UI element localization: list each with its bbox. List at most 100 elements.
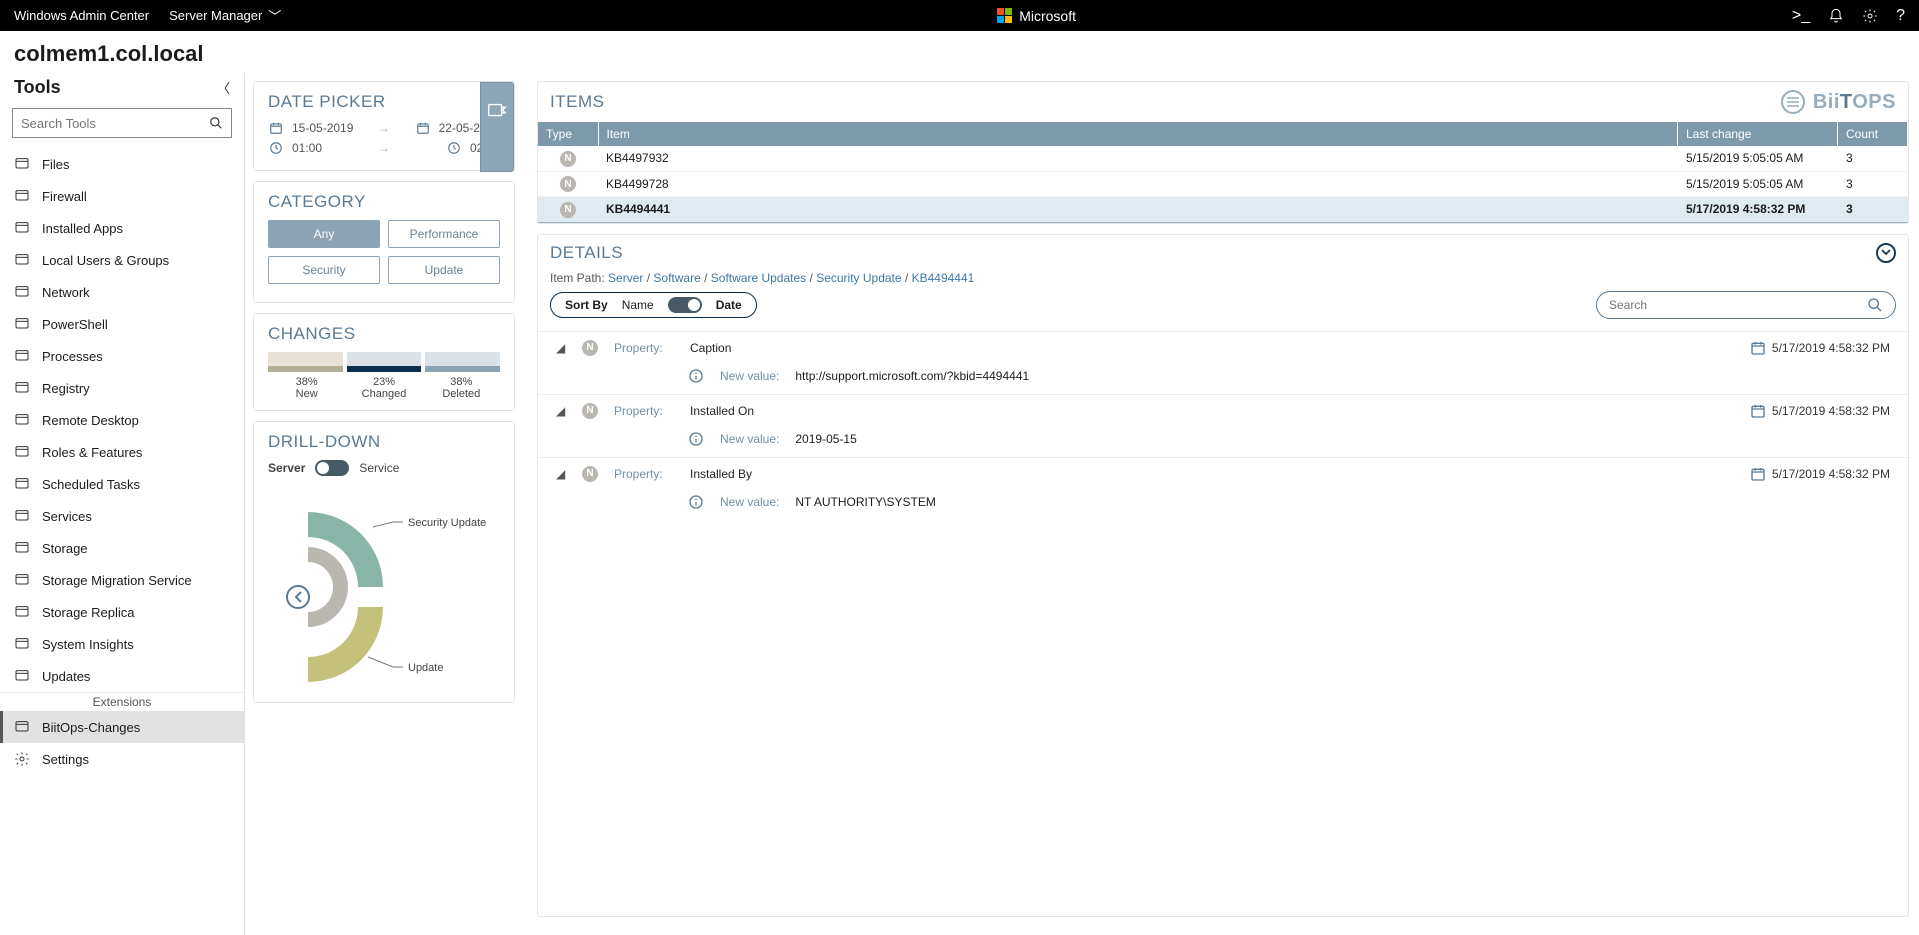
- col-item[interactable]: Item: [598, 122, 1678, 146]
- col-type[interactable]: Type: [538, 122, 598, 146]
- search-icon: [209, 116, 223, 130]
- sidebar-item-roles-features[interactable]: Roles & Features: [0, 436, 244, 468]
- tools-search-input[interactable]: [21, 116, 209, 131]
- sidebar-item-updates[interactable]: Updates: [0, 660, 244, 692]
- collapse-icon[interactable]: ◢: [556, 341, 566, 355]
- menu-icon[interactable]: [1781, 90, 1805, 114]
- sidebar-item-system-insights[interactable]: System Insights: [0, 628, 244, 660]
- details-panel: DETAILS Item Path: Server / Software / S…: [537, 234, 1909, 918]
- collapse-icon[interactable]: ◢: [556, 404, 566, 418]
- sidebar-item-local-users-groups[interactable]: Local Users & Groups: [0, 244, 244, 276]
- drilldown-card: DRILL-DOWN Server Service: [253, 421, 515, 703]
- from-time[interactable]: 01:00: [292, 141, 322, 155]
- sidebar-item-settings[interactable]: Settings: [0, 743, 244, 775]
- items-row[interactable]: NKB44997285/15/2019 5:05:05 AM3: [538, 171, 1908, 197]
- calendar-icon[interactable]: [415, 120, 431, 136]
- server-name: colmem1.col.local: [0, 31, 1919, 73]
- changes-card: CHANGES 38%New23%Changed38%Deleted: [253, 313, 515, 411]
- sort-date-option[interactable]: Date: [716, 298, 742, 312]
- category-performance[interactable]: Performance: [388, 220, 500, 248]
- drilldown-title: DRILL-DOWN: [268, 432, 500, 452]
- bell-icon[interactable]: [1828, 8, 1844, 24]
- sidebar-item-scheduled-tasks[interactable]: Scheduled Tasks: [0, 468, 244, 500]
- path-server[interactable]: Server: [608, 271, 643, 285]
- server-manager-menu[interactable]: Server Manager ﹀: [169, 6, 281, 25]
- path-kb4494441[interactable]: KB4494441: [912, 271, 975, 285]
- microsoft-logo-icon: [997, 8, 1013, 24]
- sidebar-item-storage-replica[interactable]: Storage Replica: [0, 596, 244, 628]
- path-software-updates[interactable]: Software Updates: [711, 271, 806, 285]
- tool-icon: [14, 719, 30, 735]
- details-search-input[interactable]: [1609, 298, 1867, 312]
- category-any[interactable]: Any: [268, 220, 380, 248]
- tool-icon: [14, 572, 30, 588]
- tool-icon: [14, 604, 30, 620]
- app-title[interactable]: Windows Admin Center: [14, 8, 149, 23]
- sidebar-item-storage-migration-service[interactable]: Storage Migration Service: [0, 564, 244, 596]
- sidebar-item-firewall[interactable]: Firewall: [0, 180, 244, 212]
- sidebar-item-storage[interactable]: Storage: [0, 532, 244, 564]
- main-column: ITEMS BiiTOPS TypeItemLast changeCount N…: [523, 73, 1919, 935]
- type-badge-icon: N: [560, 151, 576, 167]
- details-search[interactable]: [1596, 291, 1896, 319]
- info-icon: [688, 368, 704, 384]
- from-date[interactable]: 15-05-2019: [292, 121, 353, 135]
- sidebar-item-network[interactable]: Network: [0, 276, 244, 308]
- extensions-label: Extensions: [0, 692, 244, 711]
- clock-icon[interactable]: [446, 140, 462, 156]
- sort-toggle[interactable]: [668, 297, 702, 313]
- chevron-down-icon: ﹀: [268, 6, 281, 25]
- calendar-icon[interactable]: [268, 120, 284, 136]
- new-value: NT AUTHORITY\SYSTEM: [795, 495, 935, 509]
- sidebar-item-registry[interactable]: Registry: [0, 372, 244, 404]
- drilldown-chart: Security Update Update: [268, 482, 500, 692]
- changes-bar-deleted[interactable]: [425, 352, 500, 372]
- path-security-update[interactable]: Security Update: [816, 271, 901, 285]
- tools-pane: Tools 〈 FilesFirewallInstalled AppsLocal…: [0, 73, 245, 935]
- sort-name-option[interactable]: Name: [622, 298, 654, 312]
- new-value: 2019-05-15: [795, 432, 856, 446]
- help-icon[interactable]: ?: [1896, 7, 1905, 25]
- calendar-icon: [1750, 403, 1766, 419]
- terminal-icon[interactable]: >_: [1792, 7, 1810, 25]
- sidebar-item-biitops-changes[interactable]: BiitOps-Changes: [0, 711, 244, 743]
- legend-update: Update: [408, 662, 443, 674]
- drilldown-toggle[interactable]: [315, 460, 349, 476]
- changes-bar-changed[interactable]: [347, 352, 422, 372]
- gear-icon[interactable]: [1862, 8, 1878, 24]
- sidebar-item-installed-apps[interactable]: Installed Apps: [0, 212, 244, 244]
- changes-bar-new[interactable]: [268, 352, 343, 372]
- category-card: CATEGORY AnyPerformanceSecurityUpdate: [253, 181, 515, 303]
- tools-search[interactable]: [12, 108, 232, 138]
- tool-icon: [14, 380, 30, 396]
- items-row[interactable]: NKB44979325/15/2019 5:05:05 AM3: [538, 146, 1908, 171]
- sort-by-control: Sort By Name Date: [550, 292, 757, 318]
- col-last-change[interactable]: Last change: [1678, 122, 1838, 146]
- sidebar-item-processes[interactable]: Processes: [0, 340, 244, 372]
- clock-icon[interactable]: [268, 140, 284, 156]
- type-badge-icon: N: [560, 202, 576, 218]
- brand: Microsoft: [281, 8, 1791, 24]
- tool-icon: [14, 188, 30, 204]
- category-security[interactable]: Security: [268, 256, 380, 284]
- category-update[interactable]: Update: [388, 256, 500, 284]
- filters-column: DATE PICKER 15-05-2019 → 22-05-2019 01:0…: [245, 73, 523, 935]
- expand-details-icon[interactable]: [1876, 243, 1896, 263]
- path-software[interactable]: Software: [653, 271, 700, 285]
- calendar-icon: [1750, 340, 1766, 356]
- sidebar-item-services[interactable]: Services: [0, 500, 244, 532]
- sidebar-item-powershell[interactable]: PowerShell: [0, 308, 244, 340]
- tool-icon: [14, 540, 30, 556]
- items-row[interactable]: NKB44944415/17/2019 4:58:32 PM3: [538, 197, 1908, 223]
- col-count[interactable]: Count: [1838, 122, 1908, 146]
- collapse-tools-icon[interactable]: 〈: [217, 78, 230, 97]
- drill-right-label: Service: [359, 461, 399, 475]
- sidebar-item-remote-desktop[interactable]: Remote Desktop: [0, 404, 244, 436]
- collapse-icon[interactable]: ◢: [556, 467, 566, 481]
- sidebar-item-files[interactable]: Files: [0, 148, 244, 180]
- changes-title: CHANGES: [268, 324, 500, 344]
- type-badge-icon: N: [582, 340, 598, 356]
- tool-icon: [14, 636, 30, 652]
- info-icon: [688, 494, 704, 510]
- bookmark-tab[interactable]: [480, 82, 514, 172]
